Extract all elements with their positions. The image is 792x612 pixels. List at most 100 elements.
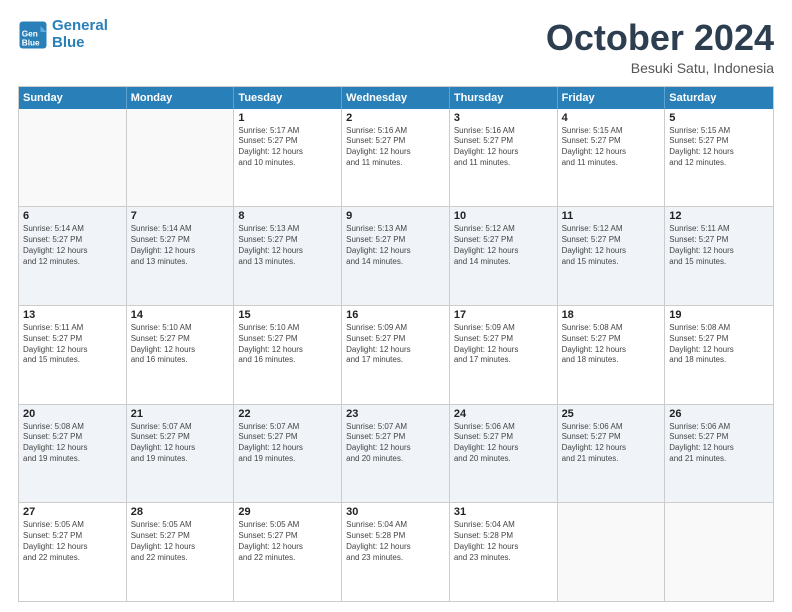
day-info: Sunrise: 5:17 AM Sunset: 5:27 PM Dayligh… (238, 126, 337, 169)
day-cell-6: 6 Sunrise: 5:14 AM Sunset: 5:27 PM Daylig… (19, 207, 127, 305)
day-number: 21 (131, 408, 230, 420)
day-number: 1 (238, 112, 337, 124)
day-cell-25: 25 Sunrise: 5:06 AM Sunset: 5:27 PM Dayli… (558, 405, 666, 503)
day-cell-10: 10 Sunrise: 5:12 AM Sunset: 5:27 PM Dayli… (450, 207, 558, 305)
day-info: Sunrise: 5:05 AM Sunset: 5:27 PM Dayligh… (23, 520, 122, 563)
day-cell-1: 1 Sunrise: 5:17 AM Sunset: 5:27 PM Daylig… (234, 109, 342, 207)
day-number: 8 (238, 210, 337, 222)
day-number: 10 (454, 210, 553, 222)
logo-line1: General (52, 17, 108, 34)
day-info: Sunrise: 5:06 AM Sunset: 5:27 PM Dayligh… (669, 422, 769, 465)
day-number: 26 (669, 408, 769, 420)
day-info: Sunrise: 5:12 AM Sunset: 5:27 PM Dayligh… (454, 224, 553, 267)
day-cell-22: 22Sunrise: 5:07 AM Sunset: 5:27 PM Dayli… (234, 405, 342, 503)
day-info: Sunrise: 5:05 AM Sunset: 5:27 PM Dayligh… (131, 520, 230, 563)
day-info: Sunrise: 5:06 AM Sunset: 5:27 PM Dayligh… (562, 422, 661, 465)
month-title: October 2024 (546, 18, 774, 58)
day-number: 14 (131, 309, 230, 321)
svg-text:Gen: Gen (22, 29, 38, 38)
day-number: 6 (23, 210, 122, 222)
day-info: Sunrise: 5:07 AM Sunset: 5:27 PM Dayligh… (131, 422, 230, 465)
day-cell-17: 17Sunrise: 5:09 AM Sunset: 5:27 PM Dayli… (450, 306, 558, 404)
day-cell-9: 9 Sunrise: 5:13 AM Sunset: 5:27 PM Daylig… (342, 207, 450, 305)
day-info: Sunrise: 5:14 AM Sunset: 5:27 PM Dayligh… (23, 224, 122, 267)
calendar-row-5: 27 Sunrise: 5:05 AM Sunset: 5:27 PM Dayli… (19, 502, 773, 601)
day-number: 29 (238, 506, 337, 518)
day-number: 31 (454, 506, 553, 518)
day-cell-empty-4-6 (665, 503, 773, 601)
weekday-header-sunday: Sunday (19, 87, 127, 109)
calendar-header: SundayMondayTuesdayWednesdayThursdayFrid… (19, 87, 773, 109)
day-number: 15 (238, 309, 337, 321)
day-number: 13 (23, 309, 122, 321)
day-info: Sunrise: 5:07 AM Sunset: 5:27 PM Dayligh… (346, 422, 445, 465)
day-number: 20 (23, 408, 122, 420)
day-number: 18 (562, 309, 661, 321)
day-number: 19 (669, 309, 769, 321)
day-number: 16 (346, 309, 445, 321)
day-cell-27: 27 Sunrise: 5:05 AM Sunset: 5:27 PM Dayli… (19, 503, 127, 601)
day-cell-12: 12 Sunrise: 5:11 AM Sunset: 5:27 PM Dayli… (665, 207, 773, 305)
day-number: 23 (346, 408, 445, 420)
day-cell-15: 15Sunrise: 5:10 AM Sunset: 5:27 PM Dayli… (234, 306, 342, 404)
logo: Gen Blue General Blue (18, 18, 108, 51)
day-number: 25 (562, 408, 661, 420)
day-cell-16: 16 Sunrise: 5:09 AM Sunset: 5:27 PM Dayli… (342, 306, 450, 404)
calendar-body: 1 Sunrise: 5:17 AM Sunset: 5:27 PM Daylig… (19, 109, 773, 601)
weekday-header-saturday: Saturday (665, 87, 773, 109)
day-number: 28 (131, 506, 230, 518)
day-cell-24: 24Sunrise: 5:06 AM Sunset: 5:27 PM Dayli… (450, 405, 558, 503)
day-info: Sunrise: 5:06 AM Sunset: 5:27 PM Dayligh… (454, 422, 553, 465)
day-cell-3: 3 Sunrise: 5:16 AM Sunset: 5:27 PM Daylig… (450, 109, 558, 207)
day-info: Sunrise: 5:12 AM Sunset: 5:27 PM Dayligh… (562, 224, 661, 267)
day-number: 3 (454, 112, 553, 124)
day-cell-28: 28 Sunrise: 5:05 AM Sunset: 5:27 PM Dayli… (127, 503, 235, 601)
day-info: Sunrise: 5:13 AM Sunset: 5:27 PM Dayligh… (238, 224, 337, 267)
day-cell-4: 4Sunrise: 5:15 AM Sunset: 5:27 PM Daylig… (558, 109, 666, 207)
day-info: Sunrise: 5:04 AM Sunset: 5:28 PM Dayligh… (346, 520, 445, 563)
day-info: Sunrise: 5:14 AM Sunset: 5:27 PM Dayligh… (131, 224, 230, 267)
day-info: Sunrise: 5:09 AM Sunset: 5:27 PM Dayligh… (454, 323, 553, 366)
day-number: 30 (346, 506, 445, 518)
title-block: October 2024 Besuki Satu, Indonesia (546, 18, 774, 76)
day-info: Sunrise: 5:05 AM Sunset: 5:27 PM Dayligh… (238, 520, 337, 563)
day-cell-2: 2 Sunrise: 5:16 AM Sunset: 5:27 PM Daylig… (342, 109, 450, 207)
day-cell-19: 19 Sunrise: 5:08 AM Sunset: 5:27 PM Dayli… (665, 306, 773, 404)
calendar-row-2: 6 Sunrise: 5:14 AM Sunset: 5:27 PM Daylig… (19, 206, 773, 305)
calendar-row-3: 13 Sunrise: 5:11 AM Sunset: 5:27 PM Dayli… (19, 305, 773, 404)
day-info: Sunrise: 5:09 AM Sunset: 5:27 PM Dayligh… (346, 323, 445, 366)
logo-line2: Blue (52, 35, 108, 52)
day-cell-7: 7Sunrise: 5:14 AM Sunset: 5:27 PM Daylig… (127, 207, 235, 305)
weekday-header-tuesday: Tuesday (234, 87, 342, 109)
weekday-header-wednesday: Wednesday (342, 87, 450, 109)
day-info: Sunrise: 5:16 AM Sunset: 5:27 PM Dayligh… (346, 126, 445, 169)
day-cell-empty-0-0 (19, 109, 127, 207)
day-info: Sunrise: 5:11 AM Sunset: 5:27 PM Dayligh… (669, 224, 769, 267)
day-cell-21: 21 Sunrise: 5:07 AM Sunset: 5:27 PM Dayli… (127, 405, 235, 503)
day-info: Sunrise: 5:08 AM Sunset: 5:27 PM Dayligh… (669, 323, 769, 366)
day-cell-empty-4-5 (558, 503, 666, 601)
day-info: Sunrise: 5:13 AM Sunset: 5:27 PM Dayligh… (346, 224, 445, 267)
day-cell-8: 8 Sunrise: 5:13 AM Sunset: 5:27 PM Daylig… (234, 207, 342, 305)
day-cell-5: 5Sunrise: 5:15 AM Sunset: 5:27 PM Daylig… (665, 109, 773, 207)
day-number: 5 (669, 112, 769, 124)
day-number: 9 (346, 210, 445, 222)
day-cell-20: 20 Sunrise: 5:08 AM Sunset: 5:27 PM Dayli… (19, 405, 127, 503)
day-number: 2 (346, 112, 445, 124)
day-cell-11: 11 Sunrise: 5:12 AM Sunset: 5:27 PM Dayli… (558, 207, 666, 305)
calendar: SundayMondayTuesdayWednesdayThursdayFrid… (18, 86, 774, 602)
day-number: 4 (562, 112, 661, 124)
day-number: 12 (669, 210, 769, 222)
logo-text: General Blue (52, 18, 108, 51)
day-info: Sunrise: 5:16 AM Sunset: 5:27 PM Dayligh… (454, 126, 553, 169)
weekday-header-thursday: Thursday (450, 87, 558, 109)
day-cell-empty-0-1 (127, 109, 235, 207)
day-info: Sunrise: 5:08 AM Sunset: 5:27 PM Dayligh… (23, 422, 122, 465)
day-cell-18: 18Sunrise: 5:08 AM Sunset: 5:27 PM Dayli… (558, 306, 666, 404)
day-number: 22 (238, 408, 337, 420)
day-info: Sunrise: 5:10 AM Sunset: 5:27 PM Dayligh… (131, 323, 230, 366)
day-cell-30: 30 Sunrise: 5:04 AM Sunset: 5:28 PM Dayli… (342, 503, 450, 601)
day-info: Sunrise: 5:11 AM Sunset: 5:27 PM Dayligh… (23, 323, 122, 366)
day-number: 27 (23, 506, 122, 518)
day-number: 11 (562, 210, 661, 222)
